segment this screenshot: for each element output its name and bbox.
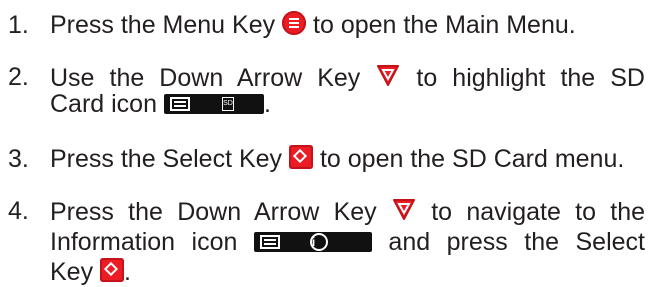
step-text-part: to open the Main Menu.: [313, 11, 576, 39]
step-text-part: Press the Select Key: [50, 145, 283, 173]
step-text: Use the Down Arrow Key to highlight the …: [50, 62, 645, 119]
select-key-icon: [289, 145, 314, 169]
step-text-part: Press the Menu Key: [50, 11, 276, 39]
step-text: Press the Select Key to open the SD Card…: [50, 144, 645, 174]
step-text-part: to navigate to the: [431, 198, 646, 226]
step-text-part: .: [124, 258, 131, 286]
sd-card-icon: SD: [221, 97, 234, 111]
step-number: 1.: [8, 11, 29, 39]
step-text-part: Information icon: [50, 228, 238, 256]
step-text-part: to open the SD Card menu.: [319, 145, 625, 173]
step-text: Press the Down Arrow Key to navigate to …: [50, 196, 645, 287]
step-text-part: Use the Down Arrow Key: [50, 64, 361, 92]
step-number: 3.: [8, 145, 29, 173]
step-number: 4.: [8, 197, 29, 225]
step-text: Press the Menu Key to open the Main Menu…: [50, 10, 645, 40]
step-number: 2.: [8, 63, 29, 91]
select-key-icon: [100, 258, 125, 282]
information-menu-bar: i: [253, 232, 372, 252]
down-arrow-key-icon: [377, 65, 400, 86]
information-icon: i: [309, 233, 328, 251]
step-text-part: Press the Down Arrow Key: [50, 198, 377, 226]
down-arrow-key-icon: [392, 199, 415, 220]
step-text-part: Key: [50, 258, 94, 286]
step-text-part: to highlight the SD: [416, 64, 645, 92]
menu-key-icon: [282, 11, 307, 35]
step-text-part: .: [263, 90, 271, 118]
sd-card-menu-bar: SD: [163, 94, 264, 114]
list-icon: [169, 97, 190, 111]
step-text-part: and press the Select: [388, 228, 645, 256]
list-icon: [259, 235, 280, 249]
step-text-part: Card icon: [50, 90, 157, 118]
